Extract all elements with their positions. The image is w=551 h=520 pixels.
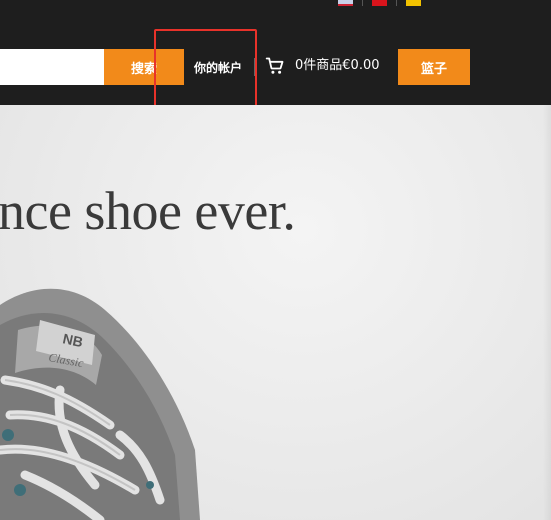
uk-flag-icon[interactable] [338, 0, 353, 6]
flag-divider [362, 0, 363, 6]
language-switcher [338, 0, 421, 6]
hero-headline: nce shoe ever. [0, 181, 296, 241]
search-input[interactable] [0, 49, 104, 85]
search-button[interactable]: 搜索 [104, 49, 184, 85]
sneaker-photo: NB Classic [0, 288, 200, 520]
edge-shade [543, 105, 551, 520]
shopping-cart-icon[interactable] [265, 56, 285, 76]
flag-divider [396, 0, 397, 6]
account-link[interactable]: 你的帐户 [185, 49, 251, 85]
basket-button[interactable]: 篮子 [398, 49, 470, 85]
germany-flag-icon[interactable] [406, 0, 421, 6]
hero-banner: nce shoe ever. NB Classic [0, 105, 551, 520]
cart-summary[interactable]: 0件商品€0.00 [295, 57, 380, 75]
header-divider [254, 58, 255, 76]
china-flag-icon[interactable] [372, 0, 387, 6]
top-bar: 搜索 你的帐户 0件商品€0.00 篮子 [0, 0, 551, 105]
